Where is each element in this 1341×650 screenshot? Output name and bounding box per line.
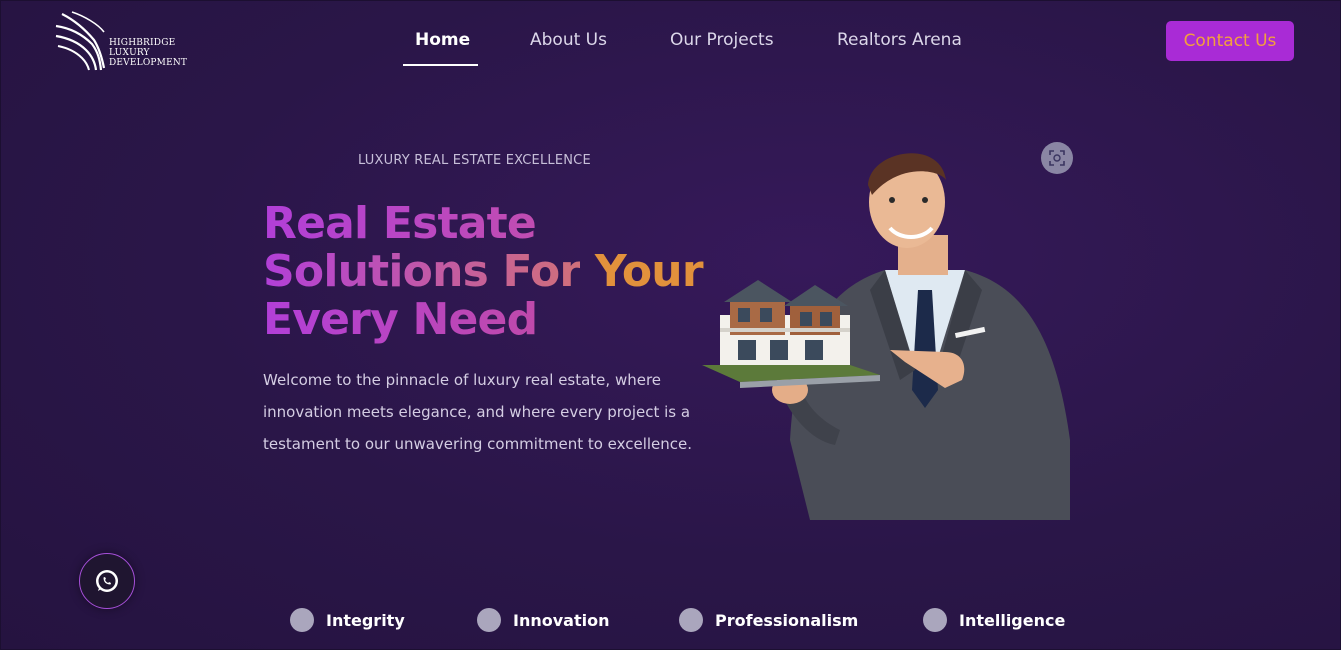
headline-line-1: Real Estate (263, 200, 703, 248)
headline-line-2-a: Solutions For (263, 246, 581, 297)
bullet-dot-icon (477, 608, 501, 632)
value-item: Intelligence (923, 608, 1065, 632)
nav-home[interactable]: Home (415, 30, 470, 50)
value-label: Professionalism (715, 610, 859, 630)
headline-line-3: Every Need (263, 296, 703, 344)
logo-line-1: Highbridge (109, 38, 176, 48)
logo-line-2: Luxury (109, 48, 150, 58)
nav-about-us[interactable]: About Us (530, 30, 607, 50)
value-label: Intelligence (959, 610, 1066, 630)
scan-glyph (1049, 150, 1065, 166)
value-label: Innovation (513, 610, 610, 630)
scan-icon[interactable] (1041, 142, 1073, 174)
whatsapp-icon (96, 570, 118, 592)
nav-active-underline (403, 64, 478, 66)
headline-line-2: Solutions For Your (263, 246, 704, 297)
bullet-dot-icon (290, 608, 314, 632)
bullet-dot-icon (679, 608, 703, 632)
nav-our-projects[interactable]: Our Projects (670, 30, 774, 50)
value-item: Professionalism (679, 608, 858, 632)
contact-us-button[interactable]: Contact Us (1166, 21, 1294, 61)
nav-realtors-arena[interactable]: Realtors Arena (837, 30, 962, 50)
whatsapp-button[interactable] (79, 553, 135, 609)
headline-line-2-b: Your (594, 246, 704, 297)
hero-eyebrow: LUXURY REAL ESTATE EXCELLENCE (358, 153, 591, 168)
hero-description: Welcome to the pinnacle of luxury real e… (263, 371, 693, 453)
value-label: Integrity (326, 610, 405, 630)
value-item: Integrity (290, 608, 405, 632)
logo-wave-mark (55, 11, 106, 71)
brand-logo[interactable]: Highbridge Luxury Development (54, 10, 204, 74)
logo-line-3: Development (109, 58, 188, 68)
realtor-with-house-illustration (702, 153, 1070, 520)
value-item: Innovation (477, 608, 609, 632)
hero-headline: Real Estate Solutions For Your Every Nee… (263, 200, 704, 344)
bullet-dot-icon (923, 608, 947, 632)
logo-wordmark: Highbridge Luxury Development (109, 38, 187, 68)
